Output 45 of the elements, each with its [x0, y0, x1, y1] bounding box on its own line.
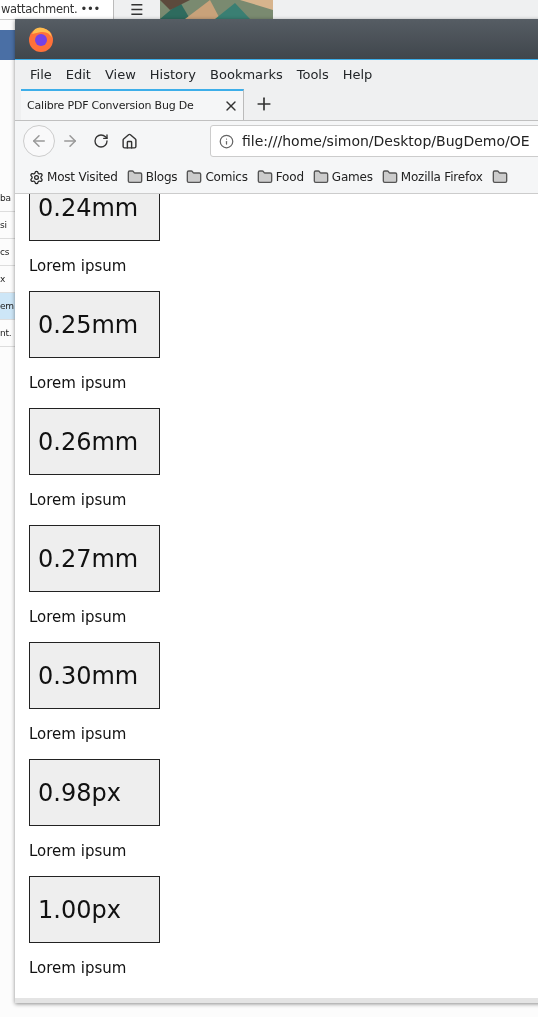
sample-box: 0.30mm: [29, 642, 160, 709]
menu-item[interactable]: Edit: [58, 66, 98, 82]
folder-icon: [312, 169, 329, 185]
list-item[interactable]: em: [0, 293, 15, 320]
fox-logo-icon: [27, 25, 55, 53]
sample-box: 0.98px: [29, 759, 160, 826]
caption-text: Lorem ipsum: [29, 256, 127, 276]
gear-icon: [29, 169, 44, 185]
caption-text: Lorem ipsum: [29, 724, 127, 744]
folder-icon[interactable]: [491, 169, 508, 185]
sample-box: 0.27mm: [29, 525, 160, 592]
bookmark-item[interactable]: Food: [256, 169, 304, 185]
folder-icon: [256, 169, 273, 185]
forward-icon[interactable]: [61, 132, 79, 150]
sample-box: 0.26mm: [29, 408, 160, 475]
folder-icon: [126, 169, 143, 185]
menu-item[interactable]: Help: [335, 66, 380, 82]
menu-item[interactable]: Tools: [289, 66, 336, 82]
bookmark-item[interactable]: Most Visited: [29, 169, 118, 185]
folder-icon: [381, 169, 398, 185]
reload-icon[interactable]: [93, 133, 109, 149]
menu-button[interactable]: ☰: [114, 0, 160, 19]
sample-box: 0.24mm: [29, 194, 160, 241]
caption-text: Lorem ipsum: [29, 607, 127, 627]
home-icon[interactable]: [121, 132, 138, 150]
bookmark-item[interactable]: Mozilla Firefox: [381, 169, 483, 185]
sample-box: 1.00px: [29, 876, 160, 943]
bookmark-item[interactable]: Games: [312, 169, 373, 185]
menu-item[interactable]: View: [97, 66, 143, 82]
bookmark-item[interactable]: Comics: [186, 169, 248, 185]
folder-icon: [186, 169, 203, 185]
menu-item[interactable]: File: [23, 66, 59, 82]
caption-text: Lorem ipsum: [29, 373, 127, 393]
menu-item[interactable]: History: [142, 66, 204, 82]
title-bar: [0, 30, 15, 60]
caption-text: Lorem ipsum: [29, 490, 127, 510]
bookmark-item[interactable]: Blogs: [126, 169, 178, 185]
info-icon: [219, 133, 234, 149]
url-field[interactable]: file:///home/simon/Desktop/BugDemo/OE: [210, 125, 538, 157]
browser-tab[interactable]: Calibre PDF Conversion Bug De: [21, 89, 244, 120]
caption-text: Lorem ipsum: [29, 958, 127, 978]
caption-text: Lorem ipsum: [29, 841, 127, 861]
sample-box: 0.25mm: [29, 291, 160, 358]
menu-item[interactable]: Bookmarks: [203, 66, 290, 82]
address-field[interactable]: wattachment. •••: [0, 0, 114, 19]
